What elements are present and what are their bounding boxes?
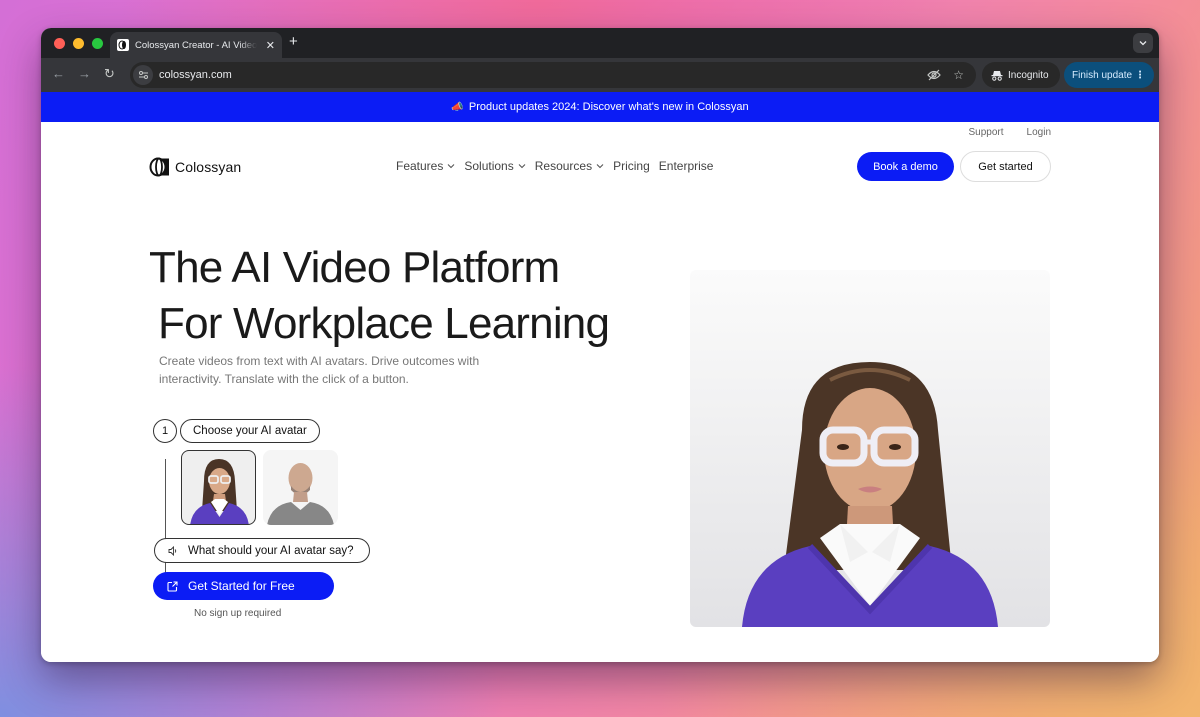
tab-title: Colossyan Creator - AI Video	[135, 39, 257, 51]
hero-avatar-image	[690, 270, 1050, 627]
female-avatar-image	[190, 459, 249, 524]
chevron-down-icon	[518, 163, 526, 169]
megaphone-icon: 📣	[451, 101, 464, 113]
nav-pricing[interactable]: Pricing	[613, 159, 650, 173]
no-signup-note: No sign up required	[194, 608, 282, 619]
close-tab-icon[interactable]: ✕	[266, 39, 275, 52]
nav-enterprise[interactable]: Enterprise	[659, 159, 714, 173]
login-link[interactable]: Login	[1027, 127, 1051, 138]
new-tab-button[interactable]: +	[289, 34, 298, 50]
logo-text: Colossyan	[175, 159, 242, 175]
finish-update-button[interactable]: Finish update ⋮	[1064, 62, 1154, 88]
external-link-icon	[167, 580, 178, 592]
minimize-window-button[interactable]	[73, 38, 84, 49]
browser-toolbar: ← → ↻ colossyan.com ☆ Incognito Finish u…	[41, 58, 1159, 92]
site-settings-icon[interactable]	[133, 65, 153, 85]
tab-strip: Colossyan Creator - AI Video ✕ +	[41, 28, 1159, 58]
incognito-label: Incognito	[1008, 69, 1049, 81]
chevron-down-icon	[596, 163, 604, 169]
avatar-script-prompt: What should your AI avatar say?	[188, 544, 354, 557]
hero-title-line-2: For Workplace Learning	[158, 299, 610, 348]
finish-update-label: Finish update	[1072, 69, 1133, 81]
colossyan-logo[interactable]: Colossyan	[149, 157, 241, 177]
address-bar[interactable]: colossyan.com ☆	[130, 62, 976, 88]
window-controls	[54, 38, 103, 49]
incognito-icon	[991, 70, 1003, 81]
nav-pricing-label: Pricing	[613, 159, 650, 173]
page-content: Support Login Colossyan Features Solutio…	[41, 122, 1159, 662]
speaker-icon	[168, 545, 178, 556]
main-nav: Features Solutions Resources Pricing Ent…	[396, 159, 713, 173]
close-window-button[interactable]	[54, 38, 65, 49]
nav-resources-label: Resources	[534, 159, 593, 173]
eye-off-icon[interactable]	[927, 69, 942, 81]
nav-enterprise-label: Enterprise	[658, 159, 714, 173]
support-link[interactable]: Support	[969, 127, 1004, 138]
female-presenter-illustration	[742, 362, 998, 627]
maximize-window-button[interactable]	[92, 38, 103, 49]
browser-window: Colossyan Creator - AI Video ✕ + ← → ↻ c…	[41, 28, 1159, 662]
chevron-down-icon	[447, 163, 455, 169]
tab-search-button[interactable]	[1133, 33, 1153, 53]
nav-solutions-label: Solutions	[464, 159, 514, 173]
avatar-option-male[interactable]	[263, 450, 338, 525]
forward-arrow-icon[interactable]: →	[78, 66, 91, 82]
get-started-free-label: Get Started for Free	[188, 579, 295, 593]
avatar-option-female[interactable]	[181, 450, 256, 525]
male-avatar-image	[267, 463, 334, 525]
nav-resources[interactable]: Resources	[535, 159, 604, 173]
url-text[interactable]: colossyan.com	[159, 69, 232, 81]
avatar-script-input[interactable]: What should your AI avatar say?	[154, 538, 370, 563]
more-menu-icon[interactable]: ⋮	[1135, 70, 1145, 81]
nav-features[interactable]: Features	[396, 159, 455, 173]
back-arrow-icon[interactable]: ←	[52, 66, 65, 82]
active-tab[interactable]: Colossyan Creator - AI Video ✕	[110, 32, 282, 58]
banner-text[interactable]: Product updates 2024: Discover what's ne…	[469, 101, 749, 113]
hero-title: The AI Video Platform For Workplace Lear…	[149, 240, 610, 352]
utility-links: Support Login	[969, 127, 1052, 138]
choose-avatar-label: Choose your AI avatar	[180, 419, 320, 443]
nav-solutions[interactable]: Solutions	[464, 159, 526, 173]
book-demo-button[interactable]: Book a demo	[857, 152, 954, 181]
announcement-banner[interactable]: 📣 Product updates 2024: Discover what's …	[41, 92, 1159, 122]
hero-title-line-1: The AI Video Platform	[149, 243, 560, 292]
bookmark-star-icon[interactable]: ☆	[953, 68, 964, 82]
reload-icon[interactable]: ↻	[104, 66, 115, 82]
hero-subtitle: Create videos from text with AI avatars.…	[159, 354, 480, 386]
incognito-indicator[interactable]: Incognito	[982, 62, 1060, 88]
colossyan-favicon-icon	[117, 39, 129, 51]
step-number-badge: 1	[153, 419, 177, 443]
colossyan-logo-icon	[149, 157, 171, 177]
nav-features-label: Features	[396, 159, 444, 173]
get-started-free-button[interactable]: Get Started for Free	[153, 572, 334, 600]
get-started-button[interactable]: Get started	[960, 151, 1051, 182]
